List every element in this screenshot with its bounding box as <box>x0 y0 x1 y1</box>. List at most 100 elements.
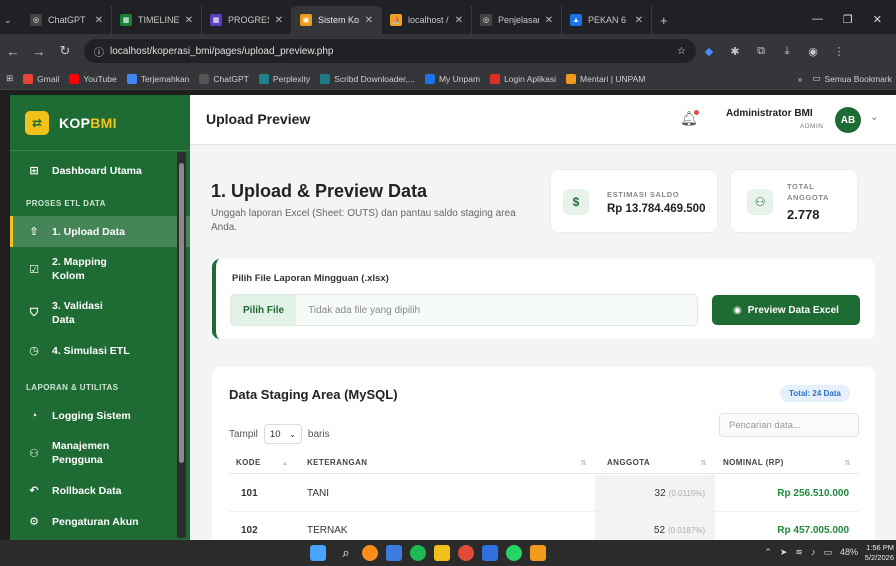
cell-keterangan: TANI <box>307 487 330 499</box>
tab-list-button[interactable]: ⌄ <box>0 6 22 34</box>
sidebar-scroll-thumb[interactable] <box>179 163 184 463</box>
col-nominal[interactable]: NOMINAL (RP) ⇅ <box>715 452 859 473</box>
bookmark-favicon-icon <box>69 73 80 84</box>
avatar[interactable]: AB <box>835 107 861 133</box>
bookmark-item[interactable]: My Unpam <box>424 73 480 84</box>
bookmark-item[interactable]: Login Aplikasi <box>490 73 556 84</box>
file-input[interactable]: Pilih File Tidak ada file yang dipilih <box>230 294 698 326</box>
vscode-icon[interactable] <box>482 545 498 561</box>
sidebar-item[interactable]: ◔ Logging Sistem <box>10 400 190 431</box>
sort-icon: ⇅ <box>580 459 587 467</box>
bookmarks-more[interactable]: » <box>798 74 803 84</box>
cell-kode: 101 <box>241 487 258 499</box>
stat-saldo-value: Rp 13.784.469.500 <box>607 203 706 215</box>
col-keterangan[interactable]: KETERANGAN ⇅ <box>295 452 595 473</box>
sidebar-item-label: 2. Mapping Kolom <box>52 256 107 282</box>
copilot-icon[interactable] <box>362 545 378 561</box>
battery-icon: ▭ <box>823 547 832 557</box>
bookmark-item[interactable]: Mentari | UNPAM <box>566 73 645 84</box>
extensions-puzzle-icon[interactable]: ⧉ <box>748 45 774 58</box>
cell-kode: 102 <box>241 524 258 536</box>
brand[interactable]: ⇄ KOPBMI <box>10 95 190 151</box>
tab-close-icon[interactable]: ✕ <box>455 15 463 26</box>
all-bookmarks[interactable]: ▭ Semua Bookmark <box>812 73 896 84</box>
chevron-down-icon[interactable]: ⌄ <box>870 112 878 123</box>
sidebar-item[interactable]: ⊞ Dashboard Utama <box>10 155 190 186</box>
bookmark-item[interactable]: Terjemahkan <box>126 73 189 84</box>
browser-tab[interactable]: ▲ PEKAN 6 - Go ✕ <box>562 6 652 34</box>
spotify-icon[interactable] <box>410 545 426 561</box>
sidebar-item[interactable]: ◷ 4. Simulasi ETL <box>10 335 190 366</box>
file-explorer-icon[interactable] <box>434 545 450 561</box>
tab-close-icon[interactable]: ✕ <box>365 15 373 26</box>
forward-icon[interactable]: → <box>26 44 52 59</box>
minimize-icon[interactable]: — <box>812 13 823 26</box>
sidebar-item[interactable]: ↶ Rollback Data <box>10 475 190 506</box>
sidebar-item[interactable]: ⚙ Pengaturan Akun <box>10 506 190 537</box>
back-icon[interactable]: ← <box>0 44 26 59</box>
chevron-down-icon: ⌄ <box>289 429 296 439</box>
new-tab-button[interactable]: + <box>652 6 676 34</box>
system-tray[interactable]: ⌃ ➤ ≋ ♪ ▭ 48% <box>764 547 858 558</box>
search-input[interactable]: Pencarian data... <box>719 413 859 437</box>
tab-close-icon[interactable]: ✕ <box>635 15 643 26</box>
col-anggota[interactable]: ANGGOTA ⇅ <box>595 452 715 473</box>
download-icon[interactable]: ⤓ <box>774 45 800 58</box>
col-kode[interactable]: KODE ▴ <box>229 452 295 473</box>
sidebar-item[interactable]: ⛉ 3. Validasi Data <box>10 291 190 335</box>
tab-close-icon[interactable]: ✕ <box>95 15 103 26</box>
windows-start-icon[interactable] <box>310 545 326 561</box>
bookmark-favicon-icon <box>258 73 269 84</box>
close-window-icon[interactable]: ✕ <box>873 13 882 26</box>
tab-close-icon[interactable]: ✕ <box>275 15 283 26</box>
section-heading: 1. Upload & Preview Data <box>211 181 428 201</box>
table-row[interactable]: 102 TERNAK 52 (0.0187%) Rp 457.005.000 <box>229 512 859 540</box>
sidebar-item[interactable]: ⇧ 1. Upload Data <box>10 216 190 247</box>
restore-icon[interactable]: ❐ <box>843 13 853 26</box>
user-role: ADMIN <box>800 123 824 130</box>
apps-grid-icon[interactable]: ⊞ <box>6 73 13 84</box>
task-view-icon[interactable] <box>386 545 402 561</box>
url-bar[interactable]: ⓘ localhost/koperasi_bmi/pages/upload_pr… <box>84 39 696 63</box>
browser-tab[interactable]: ◎ ChatGPT ✕ <box>22 6 112 34</box>
menu-kebab-icon[interactable]: ⋮ <box>826 45 852 58</box>
browser-tab[interactable]: ◎ Penjelasan ph ✕ <box>472 6 562 34</box>
site-info-icon[interactable]: ⓘ <box>94 44 104 59</box>
page-length-select[interactable]: 10 ⌄ <box>263 424 302 444</box>
browser-tab-bar: ⌄ ◎ ChatGPT ✕ ▦ TIMELINE RU ✕ ▦ PROGRES KP ✕ ▣ Sis… <box>0 0 896 34</box>
reload-icon[interactable]: ↻ <box>52 43 78 59</box>
stat-anggota-value: 2.778 <box>787 207 820 222</box>
stat-saldo-label: ESTIMASI SALDO <box>607 190 680 199</box>
chrome-icon[interactable] <box>458 545 474 561</box>
section-utilities: LAPORAN & UTILITAS <box>26 382 119 392</box>
clock[interactable]: 1:56 PM 5/2/2026 <box>852 543 894 563</box>
tab-close-icon[interactable]: ✕ <box>185 15 193 26</box>
tab-close-icon[interactable]: ✕ <box>545 15 553 26</box>
browser-tab[interactable]: ▦ TIMELINE RU ✕ <box>112 6 202 34</box>
bookmark-item[interactable]: ChatGPT <box>199 73 249 84</box>
whatsapp-icon[interactable] <box>506 545 522 561</box>
bookmark-star-icon[interactable]: ☆ <box>677 46 696 57</box>
cell-anggota: 32 (0.0115%) <box>595 475 715 511</box>
history-icon: ◔ <box>30 409 38 422</box>
bookmark-item[interactable]: Scribd Downloader,... <box>320 73 415 84</box>
app-icon[interactable] <box>530 545 546 561</box>
search-icon[interactable]: ⌕ <box>338 545 354 561</box>
browser-tab[interactable]: ▦ PROGRES KP ✕ <box>202 6 292 34</box>
file-placeholder: Tidak ada file yang dipilih <box>308 304 421 316</box>
bookmark-item[interactable]: Perplexity <box>258 73 310 84</box>
browser-tab[interactable]: ⛵ localhost / 12 ✕ <box>382 6 472 34</box>
bookmark-item[interactable]: Gmail <box>23 73 59 84</box>
sidebar-item[interactable]: ☑ 2. Mapping Kolom <box>10 247 190 291</box>
preview-excel-button[interactable]: ◉ Preview Data Excel <box>712 295 860 325</box>
table-row[interactable]: 101 TANI 32 (0.0115%) Rp 256.510.000 <box>229 475 859 512</box>
profile-icon[interactable]: ◉ <box>800 45 826 58</box>
browser-tab[interactable]: ▣ Sistem Koper ✕ <box>292 6 382 34</box>
sidebar-item[interactable]: ⚇ Manajemen Pengguna <box>10 431 190 475</box>
extension-2-icon[interactable]: ✱ <box>722 45 748 58</box>
extension-icon[interactable]: ◆ <box>696 45 722 58</box>
bookmark-item[interactable]: YouTube <box>69 73 117 84</box>
clock-icon: ◷ <box>29 345 39 357</box>
address-toolbar: ← → ↻ ⓘ localhost/koperasi_bmi/pages/upl… <box>0 34 896 68</box>
choose-file-button[interactable]: Pilih File <box>231 295 297 325</box>
